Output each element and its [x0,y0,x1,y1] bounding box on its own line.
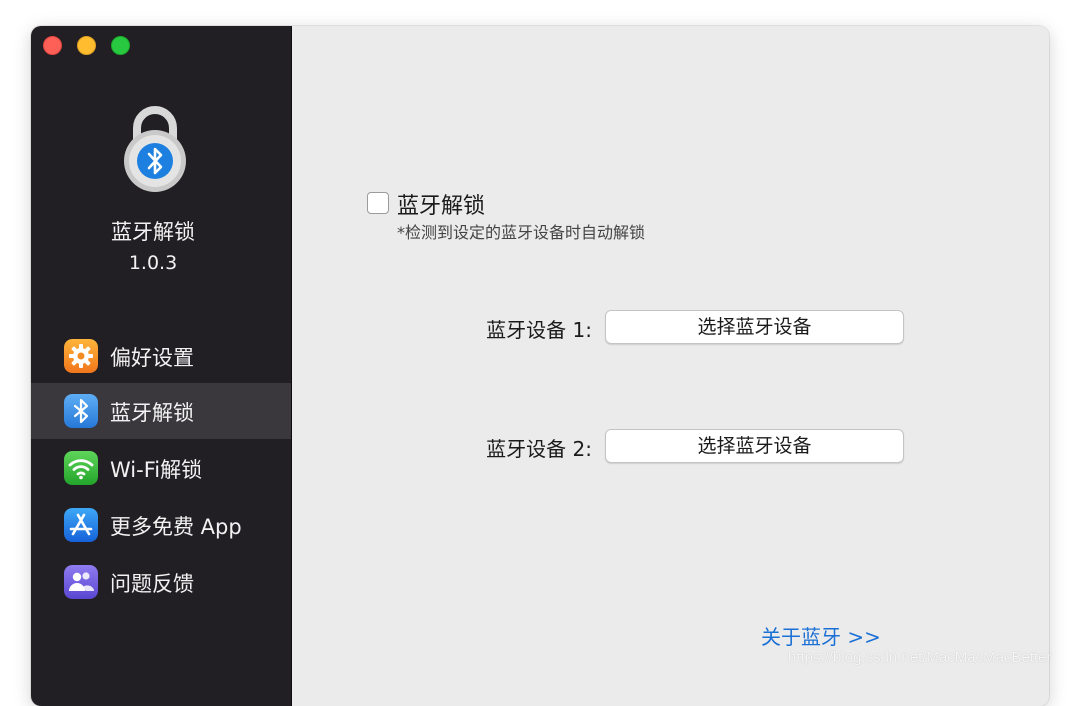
sidebar-item-label: 更多免费 App [110,515,242,539]
bluetooth-icon [64,394,98,428]
sidebar-item-bluetooth-unlock[interactable]: 蓝牙解锁 [31,383,291,439]
close-window-button[interactable] [43,36,62,55]
padlock-bluetooth-icon [124,106,186,192]
sidebar-item-label: 问题反馈 [110,572,194,596]
app-store-icon [64,508,98,542]
sidebar-item-feedback[interactable]: 问题反馈 [31,554,291,610]
select-device-2-button[interactable]: 选择蓝牙设备 [605,429,904,463]
bluetooth-unlock-checkbox[interactable] [367,192,389,214]
app-window: 蓝牙解锁 1.0.3 偏好设置 蓝牙解锁 Wi-Fi解锁 更多免费 App 问题… [31,26,1049,706]
select-device-1-button[interactable]: 选择蓝牙设备 [605,310,904,344]
watermark-text: https://blog.csdn.net/MacMacMacBetter [788,649,1052,666]
sidebar-item-label: Wi-Fi解锁 [110,458,203,482]
sidebar-item-preferences[interactable]: 偏好设置 [31,328,291,384]
main-content: 蓝牙解锁 *检测到设定的蓝牙设备时自动解锁 蓝牙设备 1: 选择蓝牙设备 蓝牙设… [292,26,1049,706]
wifi-icon [64,451,98,485]
minimize-window-button[interactable] [77,36,96,55]
sidebar-item-label: 蓝牙解锁 [110,401,194,425]
bluetooth-unlock-description: *检测到设定的蓝牙设备时自动解锁 [397,223,646,242]
device-1-label: 蓝牙设备 1: [486,318,592,342]
sidebar-item-wifi-unlock[interactable]: Wi-Fi解锁 [31,440,291,496]
app-version: 1.0.3 [128,252,178,274]
about-bluetooth-link[interactable]: 关于蓝牙 >> [761,621,881,650]
device-2-label: 蓝牙设备 2: [486,437,592,461]
zoom-window-button[interactable] [111,36,130,55]
app-name: 蓝牙解锁 [111,220,195,244]
gear-icon [64,339,98,373]
sidebar-item-label: 偏好设置 [110,346,194,370]
feedback-icon [64,565,98,599]
bluetooth-unlock-label: 蓝牙解锁 [397,194,486,219]
sidebar-item-more-free-apps[interactable]: 更多免费 App [31,497,291,553]
sidebar: 蓝牙解锁 1.0.3 偏好设置 蓝牙解锁 Wi-Fi解锁 更多免费 App 问题… [31,26,292,706]
